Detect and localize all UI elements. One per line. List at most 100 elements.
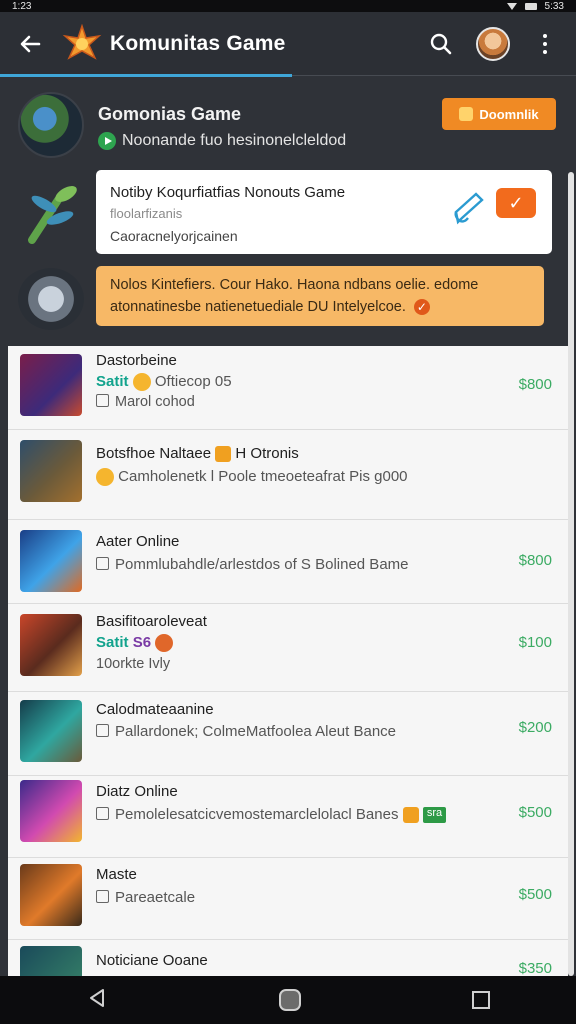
game-meta: Pommlubahdle/arlestdos of S Bolined Bame	[96, 556, 409, 573]
group-subtitle-text: Noonande fuo hesinonelcleldod	[122, 132, 347, 149]
game-meta: Satit Oftiecop 05	[96, 373, 232, 392]
thumbs-up-icon	[96, 724, 109, 737]
check-circle-icon	[413, 296, 430, 318]
user-avatar[interactable]	[476, 27, 510, 61]
dragonfly-icon	[20, 176, 84, 250]
thumbs-up-icon	[96, 557, 109, 570]
notification-subtitle: floolarfizanis	[110, 206, 183, 221]
game-meta: Pallardonek; ColmeMatfoolea Aleut Bance	[96, 723, 396, 740]
thumbs-up-icon	[96, 807, 109, 820]
group-header: Gomonias Game Noonande fuo hesinonelclel…	[0, 78, 576, 168]
check-icon: ✓	[508, 192, 524, 213]
active-tab-indicator	[0, 74, 292, 77]
status-time: 1:23	[12, 0, 32, 12]
app-bar: Komunitas Game	[0, 12, 576, 76]
game-meta: Pareaetcale	[96, 889, 195, 906]
divider	[292, 75, 576, 76]
game-title: Noticiane Ooane	[96, 952, 208, 969]
overflow-menu-button[interactable]	[530, 29, 560, 59]
game-price: $200	[518, 719, 552, 736]
status-icons: 5:33	[506, 0, 564, 12]
game-title: Maste	[96, 866, 137, 883]
nav-back-button[interactable]	[86, 987, 108, 1014]
notification-body: Caoracnelyorjcainen	[110, 228, 238, 244]
game-meta: Camholenetk l Poole tmeoeteafrat Pis g00…	[96, 468, 408, 487]
list-item[interactable]: Maste Pareaetcale $500	[8, 858, 568, 940]
game-thumbnail	[20, 440, 82, 502]
nav-recents-button[interactable]	[472, 991, 491, 1009]
game-thumbnail	[20, 700, 82, 762]
game-price: $500	[518, 886, 552, 903]
game-title: Dastorbeine	[96, 352, 177, 369]
list-item[interactable]: Dastorbeine Satit Oftiecop 05 Marol coho…	[8, 346, 568, 430]
edit-button[interactable]	[452, 188, 488, 228]
notification-card[interactable]: Notiby Koqurfiatfias Nonouts Game floola…	[96, 170, 552, 254]
game-thumbnail	[20, 780, 82, 842]
game-list: Dastorbeine Satit Oftiecop 05 Marol coho…	[8, 346, 568, 976]
triangle-back-icon	[89, 988, 104, 1007]
game-price: $500	[518, 804, 552, 821]
game-price: $800	[518, 376, 552, 393]
status-bar: 1:23 5:33	[0, 0, 576, 12]
game-thumbnail	[20, 614, 82, 676]
system-nav-bar	[0, 976, 576, 1024]
game-title: Calodmateaanine	[96, 701, 214, 718]
arrow-left-icon	[20, 35, 41, 53]
emoji-icon	[96, 468, 114, 487]
game-thumbnail	[20, 946, 82, 976]
list-item[interactable]: Diatz Online Pemolelesatcicvemostemarcle…	[8, 776, 568, 858]
game-stats: 10orkte Ivly	[96, 656, 171, 672]
game-title: Botsfhoe Naltaee H Otronis	[96, 445, 299, 463]
back-button[interactable]	[0, 12, 60, 76]
app-title: Komunitas Game	[110, 32, 286, 55]
game-thumbnail	[20, 530, 82, 592]
group-subtitle: Noonande fuo hesinonelcleldod	[98, 132, 346, 150]
emblem-icon	[18, 268, 84, 330]
status-tag: sra	[422, 807, 447, 824]
search-button[interactable]	[426, 29, 456, 59]
list-item[interactable]: Aater Online Pommlubahdle/arlestdos of S…	[8, 520, 568, 604]
wifi-icon	[506, 2, 517, 10]
app-actions	[426, 27, 576, 61]
emoji-icon	[132, 373, 151, 392]
game-title: Diatz Online	[96, 783, 178, 800]
follow-button[interactable]: Doomnlik	[442, 98, 556, 130]
confirm-button[interactable]: ✓	[496, 188, 536, 218]
game-title: Aater Online	[96, 533, 180, 550]
game-thumbnail	[20, 354, 82, 416]
group-avatar[interactable]	[18, 92, 84, 158]
list-item[interactable]: Noticiane Ooane $350	[8, 940, 568, 976]
list-item[interactable]: Calodmateaanine Pallardonek; ColmeMatfoo…	[8, 692, 568, 776]
warning-line-1: Nolos Kintefiers. Cour Hako. Haona ndban…	[110, 277, 479, 293]
badge-icon	[215, 446, 232, 463]
game-title: Basifitoaroleveat	[96, 613, 207, 630]
pen-icon	[454, 192, 484, 225]
game-stats: Marol cohod	[96, 394, 195, 410]
game-meta: Satit S6	[96, 634, 174, 653]
list-item[interactable]: Basifitoaroleveat Satit S6 10orkte Ivly …	[8, 604, 568, 692]
warning-banner: Nolos Kintefiers. Cour Hako. Haona ndban…	[96, 266, 544, 326]
game-price: $100	[518, 634, 552, 651]
warning-line-2: atonnatinesbe natienetuediale DU Intelye…	[110, 299, 406, 315]
more-vert-icon	[543, 34, 547, 38]
emoji-icon	[155, 634, 174, 653]
game-price: $350	[518, 960, 552, 976]
game-meta: Pemolelesatcicvemostemarclelolacl Banes …	[96, 806, 447, 824]
play-icon	[98, 132, 116, 150]
game-thumbnail	[20, 864, 82, 926]
badge-icon	[402, 807, 419, 824]
app-logo-icon	[60, 22, 104, 66]
status-clock: 5:33	[544, 0, 564, 12]
thumbs-up-icon	[96, 890, 109, 903]
notification-title: Notiby Koqurfiatfias Nonouts Game	[110, 184, 346, 201]
scrollbar[interactable]	[568, 172, 574, 976]
game-price: $800	[518, 552, 552, 569]
group-title: Gomonias Game	[98, 104, 242, 124]
battery-icon	[524, 2, 537, 10]
gift-icon	[459, 107, 474, 121]
list-item[interactable]: Botsfhoe Naltaee H Otronis Camholenetk l…	[8, 430, 568, 520]
nav-home-button[interactable]	[278, 989, 301, 1011]
search-icon	[430, 33, 452, 55]
thumbs-up-icon	[96, 394, 109, 407]
follow-button-label: Doomnlik	[479, 106, 539, 122]
